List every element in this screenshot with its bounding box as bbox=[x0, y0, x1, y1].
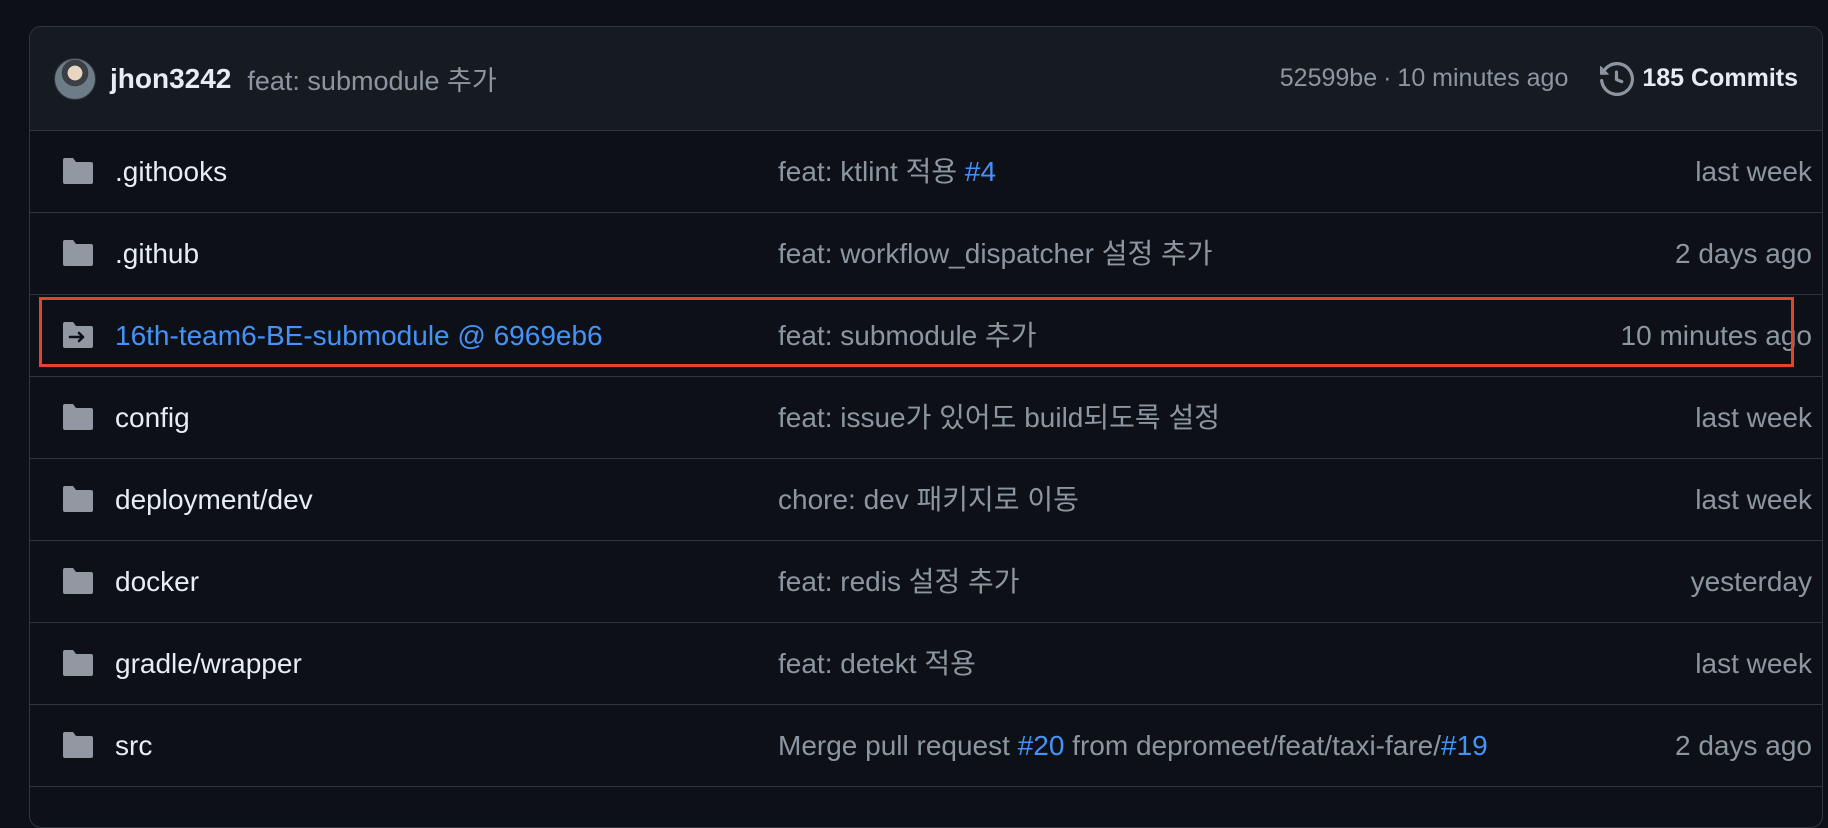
file-commit-message[interactable]: feat: ktlint 적용 #4 bbox=[778, 131, 996, 212]
commit-meta: 52599be · 10 minutes ago bbox=[1280, 64, 1569, 93]
file-row-deployment-dev[interactable]: deployment/dev chore: dev 패키지로 이동 last w… bbox=[30, 459, 1822, 541]
file-commit-date: last week bbox=[1695, 648, 1812, 679]
file-name[interactable]: config bbox=[115, 377, 190, 458]
file-row-githooks[interactable]: .githooks feat: ktlint 적용 #4 last week bbox=[30, 131, 1822, 213]
file-commit-date: 2 days ago bbox=[1675, 730, 1812, 761]
folder-icon bbox=[63, 158, 93, 184]
file-commit-message[interactable]: chore: dev 패키지로 이동 bbox=[778, 459, 1079, 540]
issue-link[interactable]: #4 bbox=[965, 156, 996, 187]
file-commit-message[interactable]: Merge pull request #20 from depromeet/fe… bbox=[778, 705, 1488, 786]
latest-commit-message[interactable]: feat: submodule 추가 bbox=[247, 59, 496, 98]
file-name[interactable]: .github bbox=[115, 213, 199, 294]
file-commit-date: 10 minutes ago bbox=[1620, 320, 1812, 351]
file-commit-message[interactable]: feat: redis 설정 추가 bbox=[778, 541, 1020, 622]
submodule-link[interactable]: 16th-team6-BE-submodule @ 6969eb6 bbox=[115, 295, 603, 376]
file-row-gradle-wrapper[interactable]: gradle/wrapper feat: detekt 적용 last week bbox=[30, 623, 1822, 705]
file-commit-message[interactable]: feat: submodule 추가 bbox=[778, 295, 1037, 376]
folder-icon bbox=[63, 404, 93, 430]
file-commit-message[interactable]: feat: workflow_dispatcher 설정 추가 bbox=[778, 213, 1213, 294]
submodule-folder-icon bbox=[63, 322, 93, 348]
commit-hash[interactable]: 52599be bbox=[1280, 64, 1377, 92]
file-commit-message[interactable]: feat: issue가 있어도 build되도록 설정 bbox=[778, 377, 1220, 458]
file-row-config[interactable]: config feat: issue가 있어도 build되도록 설정 last… bbox=[30, 377, 1822, 459]
file-commit-date: yesterday bbox=[1690, 566, 1812, 597]
meta-separator: · bbox=[1383, 64, 1392, 92]
file-name[interactable]: src bbox=[115, 705, 152, 786]
folder-icon bbox=[63, 732, 93, 758]
file-commit-date: 2 days ago bbox=[1675, 238, 1812, 269]
file-name[interactable]: gradle/wrapper bbox=[115, 623, 302, 704]
commit-time: 10 minutes ago bbox=[1397, 64, 1569, 92]
file-commit-date: last week bbox=[1695, 484, 1812, 515]
file-commit-date: last week bbox=[1695, 156, 1812, 187]
history-icon bbox=[1600, 61, 1635, 96]
file-name[interactable]: .githooks bbox=[115, 131, 227, 212]
file-row-src[interactable]: src Merge pull request #20 from depromee… bbox=[30, 705, 1822, 787]
avatar[interactable] bbox=[54, 57, 96, 100]
folder-icon bbox=[63, 568, 93, 594]
file-commit-message[interactable]: feat: detekt 적용 bbox=[778, 623, 976, 704]
file-row-submodule[interactable]: 16th-team6-BE-submodule @ 6969eb6 feat: … bbox=[30, 295, 1822, 377]
file-commit-date: last week bbox=[1695, 402, 1812, 433]
commits-count-label: 185 Commits bbox=[1642, 64, 1798, 92]
folder-icon bbox=[63, 650, 93, 676]
folder-icon bbox=[63, 240, 93, 266]
file-row-github[interactable]: .github feat: workflow_dispatcher 설정 추가 … bbox=[30, 213, 1822, 295]
commit-author[interactable]: jhon3242 bbox=[110, 63, 231, 95]
file-list-box: jhon3242 feat: submodule 추가 52599be · 10 m… bbox=[29, 26, 1823, 828]
latest-commit-header: jhon3242 feat: submodule 추가 52599be · 10 m… bbox=[30, 27, 1822, 131]
file-row-docker[interactable]: docker feat: redis 설정 추가 yesterday bbox=[30, 541, 1822, 623]
folder-icon bbox=[63, 486, 93, 512]
commits-link[interactable]: 185 Commits bbox=[1600, 61, 1798, 96]
file-name[interactable]: deployment/dev bbox=[115, 459, 313, 540]
pull-request-link[interactable]: #20 bbox=[1018, 730, 1065, 761]
file-name[interactable]: docker bbox=[115, 541, 199, 622]
issue-link[interactable]: #19 bbox=[1441, 730, 1488, 761]
